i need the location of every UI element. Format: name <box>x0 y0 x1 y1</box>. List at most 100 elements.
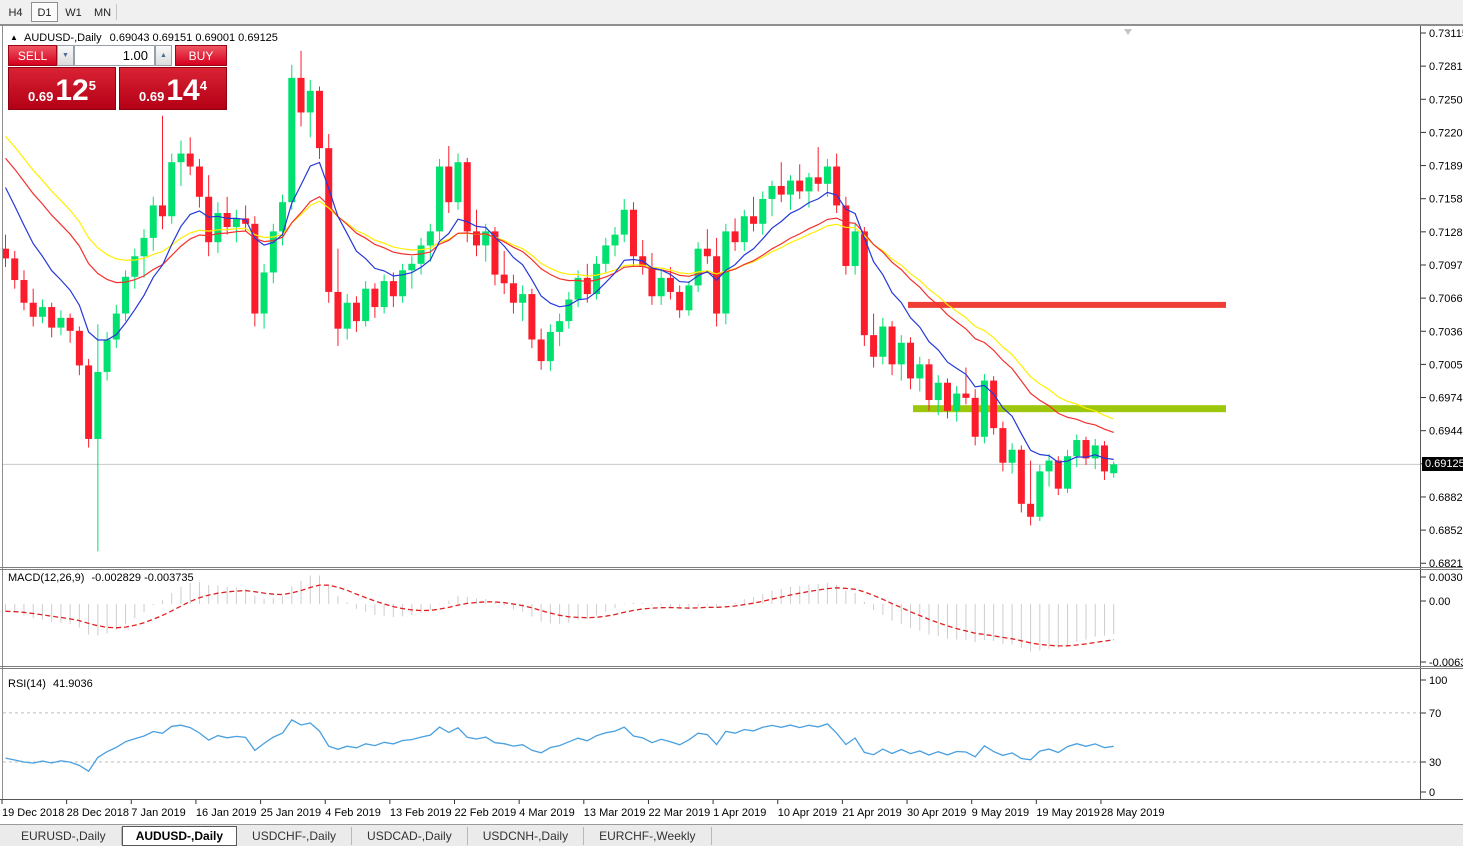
buy-button[interactable]: BUY <box>175 45 227 66</box>
candle <box>362 281 369 326</box>
candle <box>316 87 323 159</box>
tab-audusd-daily[interactable]: AUDUSD-,Daily <box>122 826 237 846</box>
candle <box>815 147 822 191</box>
candle <box>1027 461 1034 526</box>
date-axis-label: 1 Apr 2019 <box>713 807 766 819</box>
candle <box>76 327 83 376</box>
candle-body-down <box>30 303 37 317</box>
macd-axis-label: -0.006311 <box>1429 657 1463 669</box>
rsi-line <box>6 720 1114 771</box>
candle-body-up <box>1110 464 1117 473</box>
tab-usdchf-daily[interactable]: USDCHF-,Daily <box>237 827 352 845</box>
candle <box>344 294 351 339</box>
price-axis-label: 0.68825 <box>1429 492 1463 504</box>
candle <box>307 80 314 137</box>
candle-body-down <box>630 210 637 256</box>
date-axis-label: 19 Dec 2018 <box>2 807 64 819</box>
candle-body-down <box>76 331 83 366</box>
candle <box>298 51 305 127</box>
candle <box>1046 454 1053 486</box>
volume-increase-button[interactable]: ▲ <box>155 45 172 66</box>
current-price-badge: 0.69125 <box>1422 457 1463 471</box>
candle <box>769 181 776 217</box>
candle-body-up <box>94 372 101 439</box>
price-axis-label: 0.68520 <box>1429 525 1463 537</box>
date-axis-label: 22 Feb 2019 <box>455 807 517 819</box>
candle <box>187 137 194 175</box>
chart-shift-marker-icon[interactable] <box>1124 29 1132 35</box>
candle-body-down <box>861 231 868 335</box>
rsi-axis-label: 30 <box>1429 757 1441 769</box>
volume-input[interactable] <box>74 45 155 66</box>
candle-body-up <box>104 339 111 371</box>
price-axis-label: 0.71280 <box>1429 227 1463 239</box>
candle <box>538 329 545 370</box>
candle <box>233 210 240 242</box>
candle-body-down <box>732 231 739 242</box>
candle-body-up <box>981 381 988 437</box>
candle-body-down <box>962 394 969 398</box>
collapse-icon[interactable]: ▲ <box>10 33 18 42</box>
candle-body-down <box>187 154 194 167</box>
candle <box>141 229 148 278</box>
candle <box>889 321 896 375</box>
candle-body-up <box>233 218 240 227</box>
price-chart[interactable]: 0.731150.728100.725050.722000.718900.715… <box>0 25 1463 822</box>
candle-body-up <box>602 245 609 263</box>
macd-layer <box>6 575 1114 651</box>
candle <box>501 251 508 294</box>
candle <box>695 242 702 292</box>
sell-price-main: 12 <box>55 77 88 105</box>
candle-body-down <box>1018 450 1025 504</box>
date-axis-label: 16 Jan 2019 <box>196 807 257 819</box>
candle <box>445 146 452 213</box>
rsi-name: RSI(14) <box>8 678 46 690</box>
tab-eurchf-weekly[interactable]: EURCHF-,Weekly <box>584 827 711 845</box>
resistance-line[interactable] <box>908 302 1226 308</box>
candle-body-up <box>787 181 794 195</box>
candle-body-down <box>1082 440 1089 458</box>
candle <box>1082 437 1089 465</box>
toolbar-separator <box>116 4 117 20</box>
candle-body-up <box>547 332 554 361</box>
volume-decrease-button[interactable]: ▼ <box>57 45 74 66</box>
candle <box>898 335 905 380</box>
candle <box>879 318 886 364</box>
candle <box>39 299 46 323</box>
candle-body-down <box>584 278 591 294</box>
candle-body-down <box>390 281 397 296</box>
chevron-down-icon: ▼ <box>62 52 69 59</box>
timeframe-w1-button[interactable]: W1 <box>60 2 87 22</box>
tab-eurusd-daily[interactable]: EURUSD-,Daily <box>6 827 122 845</box>
rsi-indicator-label: RSI(14) 41.9036 <box>8 678 93 690</box>
candle <box>436 159 443 240</box>
candle-body-down <box>926 364 933 400</box>
buy-price-display[interactable]: 0.69 14 4 <box>119 67 227 110</box>
candle <box>602 238 609 273</box>
candle-body-up <box>741 216 748 242</box>
candle-body-up <box>288 78 295 202</box>
tab-usdcnh-daily[interactable]: USDCNH-,Daily <box>468 827 584 845</box>
price-axis-label: 0.70665 <box>1429 293 1463 305</box>
timeframe-h4-button[interactable]: H4 <box>2 2 29 22</box>
candle <box>907 337 914 389</box>
candle-body-down <box>889 327 896 365</box>
candle-body-up <box>408 264 415 270</box>
candle <box>261 264 268 329</box>
tab-usdcad-daily[interactable]: USDCAD-,Daily <box>352 827 468 845</box>
candles-layer <box>2 51 1117 552</box>
candle-body-down <box>667 278 674 292</box>
candle-body-down <box>972 398 979 437</box>
candle <box>1073 435 1080 467</box>
candle-body-down <box>1055 461 1062 489</box>
timeframe-mn-button[interactable]: MN <box>89 2 116 22</box>
macd-axis-label: 0.003035 <box>1429 572 1463 584</box>
candle <box>759 191 766 234</box>
timeframe-d1-button[interactable]: D1 <box>31 2 58 22</box>
candle <box>67 314 74 343</box>
sell-price-display[interactable]: 0.69 12 5 <box>8 67 116 110</box>
sell-button[interactable]: SELL <box>8 45 57 66</box>
candle <box>353 296 360 332</box>
buy-price-prefix: 0.69 <box>139 89 164 105</box>
date-axis-label: 13 Feb 2019 <box>390 807 452 819</box>
